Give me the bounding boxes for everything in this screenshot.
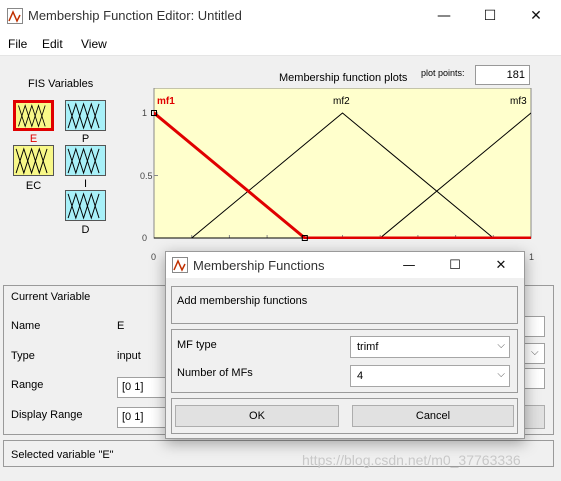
num-mfs-value: 4 bbox=[357, 370, 364, 382]
plot-area bbox=[153, 88, 532, 239]
mf-icon bbox=[14, 146, 53, 175]
plot-title: Membership function plots bbox=[279, 72, 408, 84]
watermark: https://blog.csdn.net/m0_37763336 bbox=[302, 452, 521, 468]
dialog-title-bar: Membership Functions — ☐ ✕ bbox=[166, 252, 524, 278]
title-bar: Membership Function Editor: Untitled — ☐… bbox=[0, 0, 561, 32]
display-range-input[interactable]: [0 1] bbox=[117, 407, 167, 428]
chevron-down-icon: ⌵ bbox=[497, 340, 505, 351]
cancel-button[interactable]: Cancel bbox=[352, 405, 514, 427]
fis-var-p-label: P bbox=[81, 133, 90, 145]
fis-var-d-label: D bbox=[81, 224, 90, 236]
dialog-maximize-button[interactable]: ☐ bbox=[432, 252, 478, 278]
dialog-minimize-button[interactable]: — bbox=[386, 252, 432, 278]
fis-var-d[interactable] bbox=[65, 190, 106, 221]
mf-icon bbox=[66, 146, 105, 175]
fis-variables-title: FIS Variables bbox=[28, 78, 94, 90]
mf-icon bbox=[16, 103, 51, 128]
fis-var-e-label: E bbox=[29, 133, 38, 145]
fis-var-ec[interactable] bbox=[13, 145, 54, 176]
mf-icon bbox=[66, 101, 105, 130]
plot-points-input[interactable]: 181 bbox=[475, 65, 530, 85]
mf-icon bbox=[66, 191, 105, 220]
name-label: Name bbox=[11, 320, 41, 332]
fis-var-i-label: I bbox=[83, 178, 88, 190]
range-label: Range bbox=[11, 379, 44, 391]
dialog-header-text: Add membership functions bbox=[177, 295, 308, 307]
dialog-title: Membership Functions bbox=[193, 258, 325, 273]
type-label: Type bbox=[11, 350, 35, 362]
x-tick-label-0: 0 bbox=[151, 252, 156, 262]
mf-type-value: trimf bbox=[357, 341, 379, 353]
minimize-button[interactable]: — bbox=[421, 0, 467, 32]
y-tick-label-1: 1 bbox=[142, 108, 147, 118]
membership-plot[interactable]: mf1 mf2 mf3 1 0.5 0 0 1 bbox=[140, 88, 540, 263]
membership-functions-dialog: Membership Functions — ☐ ✕ Add membershi… bbox=[165, 251, 525, 439]
status-text: Selected variable "E" bbox=[11, 449, 114, 461]
mf3-label[interactable]: mf3 bbox=[510, 96, 527, 107]
menu-edit[interactable]: Edit bbox=[42, 37, 63, 51]
type-value: input bbox=[117, 350, 141, 362]
mf2-label[interactable]: mf2 bbox=[333, 96, 350, 107]
menu-file[interactable]: File bbox=[8, 37, 27, 51]
fis-var-i[interactable] bbox=[65, 145, 106, 176]
dialog-buttons-panel: OK Cancel bbox=[171, 398, 518, 434]
close-button[interactable]: ✕ bbox=[513, 0, 559, 32]
chevron-down-icon: ⌵ bbox=[531, 347, 539, 358]
mf1-label[interactable]: mf1 bbox=[157, 96, 175, 107]
fis-var-p[interactable] bbox=[65, 100, 106, 131]
dialog-options-panel: MF type trimf ⌵ Number of MFs 4 ⌵ bbox=[171, 329, 518, 393]
maximize-button[interactable]: ☐ bbox=[467, 0, 513, 32]
num-mfs-select[interactable]: 4 ⌵ bbox=[350, 365, 510, 387]
menu-view[interactable]: View bbox=[81, 37, 107, 51]
num-mfs-label: Number of MFs bbox=[177, 367, 253, 379]
dialog-close-button[interactable]: ✕ bbox=[478, 252, 524, 278]
mf-type-select[interactable]: trimf ⌵ bbox=[350, 336, 510, 358]
y-tick-label-0: 0 bbox=[142, 233, 147, 243]
dialog-header-panel: Add membership functions bbox=[171, 286, 518, 324]
fis-var-e[interactable] bbox=[13, 100, 54, 131]
range-input[interactable]: [0 1] bbox=[117, 377, 167, 398]
window-title: Membership Function Editor: Untitled bbox=[28, 8, 242, 23]
matlab-icon bbox=[172, 257, 188, 273]
plot-points-label: plot points: bbox=[421, 68, 465, 78]
fis-var-ec-label: EC bbox=[25, 180, 42, 192]
mf-type-label: MF type bbox=[177, 339, 217, 351]
current-variable-title: Current Variable bbox=[11, 291, 91, 303]
x-tick-label-1: 1 bbox=[529, 252, 534, 262]
display-range-label: Display Range bbox=[11, 409, 83, 421]
y-tick-label-05: 0.5 bbox=[140, 171, 153, 181]
matlab-icon bbox=[7, 8, 23, 24]
menu-bar: File Edit View bbox=[0, 32, 561, 56]
chevron-down-icon: ⌵ bbox=[497, 369, 505, 380]
ok-button[interactable]: OK bbox=[175, 405, 339, 427]
name-value: E bbox=[117, 320, 125, 332]
